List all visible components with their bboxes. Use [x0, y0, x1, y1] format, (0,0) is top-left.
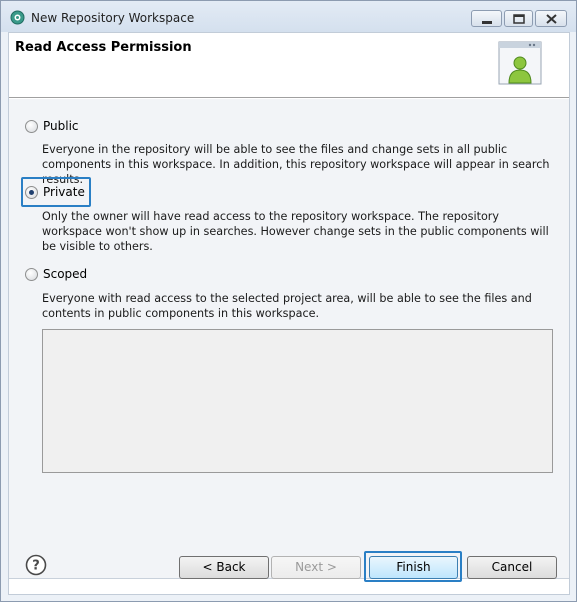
project-area-list[interactable]: [42, 329, 553, 473]
public-description: Everyone in the repository will be able …: [42, 143, 550, 186]
radio-public-indicator[interactable]: [25, 119, 38, 133]
maximize-button[interactable]: [504, 10, 533, 27]
private-description: Only the owner will have read access to …: [42, 210, 549, 253]
help-icon[interactable]: ?: [25, 554, 47, 576]
page-title: Read Access Permission: [15, 40, 192, 55]
scoped-description: Everyone with read access to the selecte…: [42, 292, 532, 320]
finish-button[interactable]: Finish: [369, 556, 458, 579]
svg-text:?: ?: [32, 559, 40, 574]
minimize-button[interactable]: [471, 10, 502, 27]
minimize-icon: [482, 21, 492, 24]
close-button[interactable]: [535, 10, 567, 27]
radio-scoped-label: Scoped: [43, 267, 88, 281]
dialog-window: New Repository Workspace Read Access Per…: [0, 0, 577, 602]
radio-scoped[interactable]: Scoped: [25, 267, 87, 281]
radio-public-label: Public: [43, 119, 79, 133]
title-bar[interactable]: New Repository Workspace: [1, 1, 576, 32]
radio-private-label: Private: [43, 185, 85, 199]
back-button[interactable]: < Back: [179, 556, 269, 579]
radio-public[interactable]: Public: [25, 119, 79, 133]
maximize-icon: [513, 14, 525, 24]
close-icon: [546, 14, 557, 24]
user-window-icon: [498, 41, 542, 85]
window-title: New Repository Workspace: [31, 11, 195, 25]
app-icon: [10, 10, 25, 25]
cancel-button[interactable]: Cancel: [467, 556, 557, 579]
dialog-content: Read Access Permission Public Everyone i…: [8, 32, 570, 595]
wizard-header: Read Access Permission: [9, 33, 569, 96]
next-button[interactable]: Next >: [271, 556, 361, 579]
radio-private-indicator[interactable]: [25, 185, 38, 199]
radio-scoped-indicator[interactable]: [25, 267, 38, 281]
radio-private[interactable]: Private: [25, 185, 85, 199]
